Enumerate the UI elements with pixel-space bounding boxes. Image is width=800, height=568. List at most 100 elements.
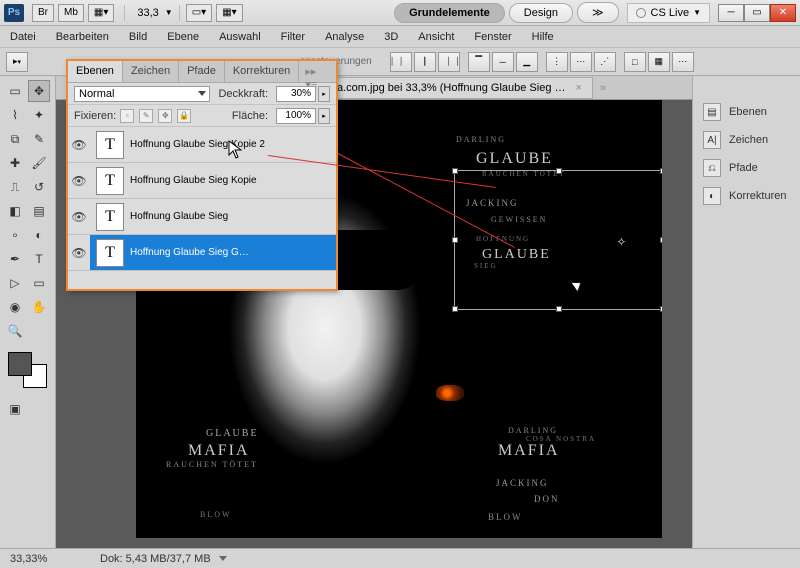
eyedropper-tool[interactable]: ✎ [28, 128, 50, 150]
menu-auswahl[interactable]: Auswahl [219, 31, 261, 43]
cslive-button[interactable]: CS Live ▼ [627, 3, 710, 23]
move-tool-preset[interactable]: ▸▾ [6, 52, 28, 72]
shape-tool[interactable]: ▭ [28, 272, 50, 294]
tab-zeichen[interactable]: Zeichen [123, 61, 179, 82]
tab-ebenen[interactable]: Ebenen [68, 61, 123, 82]
blend-mode-combo[interactable]: Normal [74, 86, 210, 102]
layer-row[interactable]: 👁 T Hoffnung Glaube Sieg [68, 199, 336, 235]
align-bottom-button[interactable]: ▁ [516, 52, 538, 72]
fill-slider-icon[interactable]: ▸ [318, 108, 330, 124]
document-tab[interactable]: a.com.jpg bei 33,3% (Hoffnung Glaube Sie… [326, 77, 593, 99]
transform-center-icon[interactable]: ✧ [616, 235, 626, 245]
side-zeichen[interactable]: A|Zeichen [693, 126, 800, 154]
opacity-input[interactable]: 30% [276, 86, 316, 102]
align-right-button[interactable]: ⎹⎹ [438, 52, 460, 72]
side-korrekturen[interactable]: ◐Korrekturen [693, 182, 800, 210]
arrange-button[interactable]: ▦▾ [216, 4, 242, 22]
path-select-tool[interactable]: ▷ [4, 272, 26, 294]
film-icon[interactable]: ▦▾ [88, 4, 114, 22]
align-vmid-button[interactable]: ─ [492, 52, 514, 72]
menu-filter[interactable]: Filter [281, 31, 305, 43]
tab-more-icon[interactable]: » [593, 82, 613, 94]
color-swatches[interactable] [8, 352, 47, 388]
visibility-toggle[interactable]: 👁 [68, 138, 90, 152]
lasso-tool[interactable]: ⌇ [4, 104, 26, 126]
side-ebenen[interactable]: ▤Ebenen [693, 98, 800, 126]
minimize-button[interactable]: ─ [718, 4, 744, 22]
wand-tool[interactable]: ✦ [28, 104, 50, 126]
visibility-toggle[interactable]: 👁 [68, 235, 90, 270]
align-top-button[interactable]: ▔ [468, 52, 490, 72]
close-button[interactable]: ✕ [770, 4, 796, 22]
heal-tool[interactable]: ✚ [4, 152, 26, 174]
visibility-toggle[interactable]: 👁 [68, 174, 90, 188]
fill-input[interactable]: 100% [276, 108, 316, 124]
workspace-design[interactable]: Design [509, 3, 573, 23]
status-zoom[interactable]: 33,33% [10, 553, 70, 565]
zoom-tool[interactable]: 🔍 [4, 320, 26, 342]
blur-tool[interactable]: ∘ [4, 224, 26, 246]
distribute-3-button[interactable]: ⋰ [594, 52, 616, 72]
menu-3d[interactable]: 3D [384, 31, 398, 43]
canvas-word: GLAUBE [206, 428, 259, 439]
menu-fenster[interactable]: Fenster [474, 31, 511, 43]
pen-tool[interactable]: ✒ [4, 248, 26, 270]
align-left-button[interactable]: ⎸⎸ [390, 52, 412, 72]
layer-name[interactable]: Hoffnung Glaube Sieg [130, 211, 228, 222]
bridge-button[interactable]: Br [32, 4, 54, 22]
status-menu-icon[interactable] [219, 556, 227, 561]
layer-row[interactable]: 👁 T Hoffnung Glaube Sieg Kopie [68, 163, 336, 199]
auto-align-button[interactable]: □ [624, 52, 646, 72]
close-tab-icon[interactable]: × [576, 82, 582, 94]
lock-position-icon[interactable]: ✥ [158, 109, 172, 123]
lock-pixels-icon[interactable]: ✎ [139, 109, 153, 123]
align-center-button[interactable]: ⎹⎸ [414, 52, 436, 72]
dodge-tool[interactable]: ◐ [28, 224, 50, 246]
type-tool[interactable]: T [28, 248, 50, 270]
brush-tool[interactable]: 🖌 [28, 152, 50, 174]
layer-row[interactable]: 👁 T Hoffnung Glaube Sieg G… [68, 235, 336, 271]
layer-name[interactable]: Hoffnung Glaube Sieg Kopie 2 [130, 139, 265, 150]
menu-ansicht[interactable]: Ansicht [418, 31, 454, 43]
opacity-slider-icon[interactable]: ▸ [318, 86, 330, 102]
visibility-toggle[interactable]: 👁 [68, 210, 90, 224]
3d-tool[interactable]: ◉ [4, 296, 26, 318]
menu-datei[interactable]: Datei [10, 31, 36, 43]
panel-more-icon[interactable]: ▸▸ ▾≡ [299, 61, 336, 82]
minibridge-button[interactable]: Mb [58, 4, 84, 22]
menu-bild[interactable]: Bild [129, 31, 147, 43]
crop-tool[interactable]: ⧉ [4, 128, 26, 150]
menu-analyse[interactable]: Analyse [325, 31, 364, 43]
lock-all-icon[interactable]: 🔒 [177, 109, 191, 123]
tab-pfade[interactable]: Pfade [179, 61, 225, 82]
history-brush-tool[interactable]: ↺ [28, 176, 50, 198]
menu-bearbeiten[interactable]: Bearbeiten [56, 31, 109, 43]
zoom-readout[interactable]: 33,3 [131, 5, 164, 21]
side-pfade[interactable]: ⎌Pfade [693, 154, 800, 182]
stamp-tool[interactable]: ⎍ [4, 176, 26, 198]
gradient-tool[interactable]: ▤ [28, 200, 50, 222]
chevron-down-icon[interactable]: ▼ [165, 8, 173, 17]
workspace-grundelemente[interactable]: Grundelemente [394, 3, 505, 23]
screen-mode-button[interactable]: ▭▾ [186, 4, 212, 22]
move-tool[interactable]: ✥ [28, 80, 50, 102]
hand-tool[interactable]: ✋ [28, 296, 50, 318]
lock-transparency-icon[interactable]: ▫ [120, 109, 134, 123]
eraser-tool[interactable]: ◧ [4, 200, 26, 222]
menu-ebene[interactable]: Ebene [167, 31, 199, 43]
auto-blend-button[interactable]: ▦ [648, 52, 670, 72]
distribute-h-button[interactable]: ⋮ [546, 52, 568, 72]
tab-korrekturen[interactable]: Korrekturen [225, 61, 299, 82]
layer-name[interactable]: Hoffnung Glaube Sieg G… [130, 247, 249, 258]
layer-row[interactable]: 👁 T Hoffnung Glaube Sieg Kopie 2 [68, 127, 336, 163]
layer-name[interactable]: Hoffnung Glaube Sieg Kopie [130, 175, 257, 186]
workspace-more[interactable]: ≫ [577, 2, 619, 23]
layers-panel[interactable]: Ebenen Zeichen Pfade Korrekturen ▸▸ ▾≡ N… [67, 60, 337, 290]
marquee-tool[interactable]: ▭ [4, 80, 26, 102]
foreground-swatch[interactable] [8, 352, 32, 376]
maximize-button[interactable]: ▭ [744, 4, 770, 22]
quickmask-button[interactable]: ▣ [4, 398, 26, 420]
menu-hilfe[interactable]: Hilfe [532, 31, 554, 43]
more-options-button[interactable]: ⋯ [672, 52, 694, 72]
distribute-v-button[interactable]: ⋯ [570, 52, 592, 72]
